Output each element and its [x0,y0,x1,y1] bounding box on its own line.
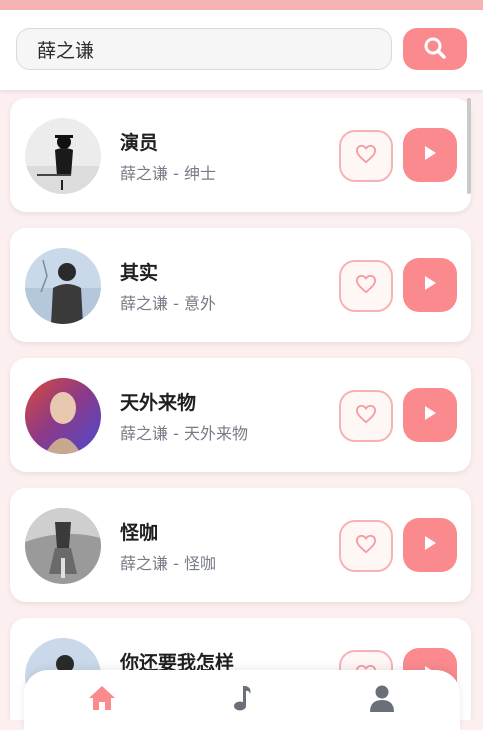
heart-icon [355,404,377,428]
nav-music[interactable] [222,684,262,724]
search-icon [423,36,447,63]
song-artist-album: 薛之谦 - 绅士 [120,164,216,183]
like-button[interactable] [339,130,393,182]
song-list[interactable]: 演员 薛之谦 - 绅士 其实 薛之谦 - 意外 天外来物 薛之谦 - 天外来物 … [0,90,483,720]
album-cover [25,248,101,324]
album-cover [25,378,101,454]
play-icon [423,275,437,295]
search-input[interactable] [16,28,392,70]
play-button[interactable] [403,388,457,442]
song-artist-album: 薛之谦 - 天外来物 [120,424,248,443]
song-title: 天外来物 [120,392,197,414]
song-card[interactable]: 演员 薛之谦 - 绅士 [10,98,471,212]
play-button[interactable] [403,518,457,572]
heart-icon [355,144,377,168]
album-cover [25,508,101,584]
play-icon [423,405,437,425]
music-note-icon [230,684,254,716]
song-card[interactable]: 其实 薛之谦 - 意外 [10,228,471,342]
song-artist-album: 薛之谦 - 意外 [120,294,216,313]
album-cover [25,118,101,194]
home-icon [87,684,117,714]
top-color-strip [0,0,483,10]
scrollbar[interactable] [467,98,471,194]
play-button[interactable] [403,258,457,312]
user-icon [369,684,395,716]
nav-profile[interactable] [362,684,402,724]
song-card[interactable]: 怪咖 薛之谦 - 怪咖 [10,488,471,602]
song-title: 演员 [120,132,159,154]
heart-icon [355,534,377,558]
heart-icon [355,274,377,298]
play-button[interactable] [403,128,457,182]
like-button[interactable] [339,260,393,312]
bottom-nav [24,670,460,730]
play-icon [423,145,437,165]
song-card[interactable]: 天外来物 薛之谦 - 天外来物 [10,358,471,472]
search-button[interactable] [403,28,467,70]
song-title: 其实 [120,262,159,284]
like-button[interactable] [339,520,393,572]
song-artist-album: 薛之谦 - 怪咖 [120,554,216,573]
like-button[interactable] [339,390,393,442]
play-icon [423,535,437,555]
search-bar [0,10,483,90]
nav-home[interactable] [82,684,122,724]
song-title: 怪咖 [120,522,159,544]
